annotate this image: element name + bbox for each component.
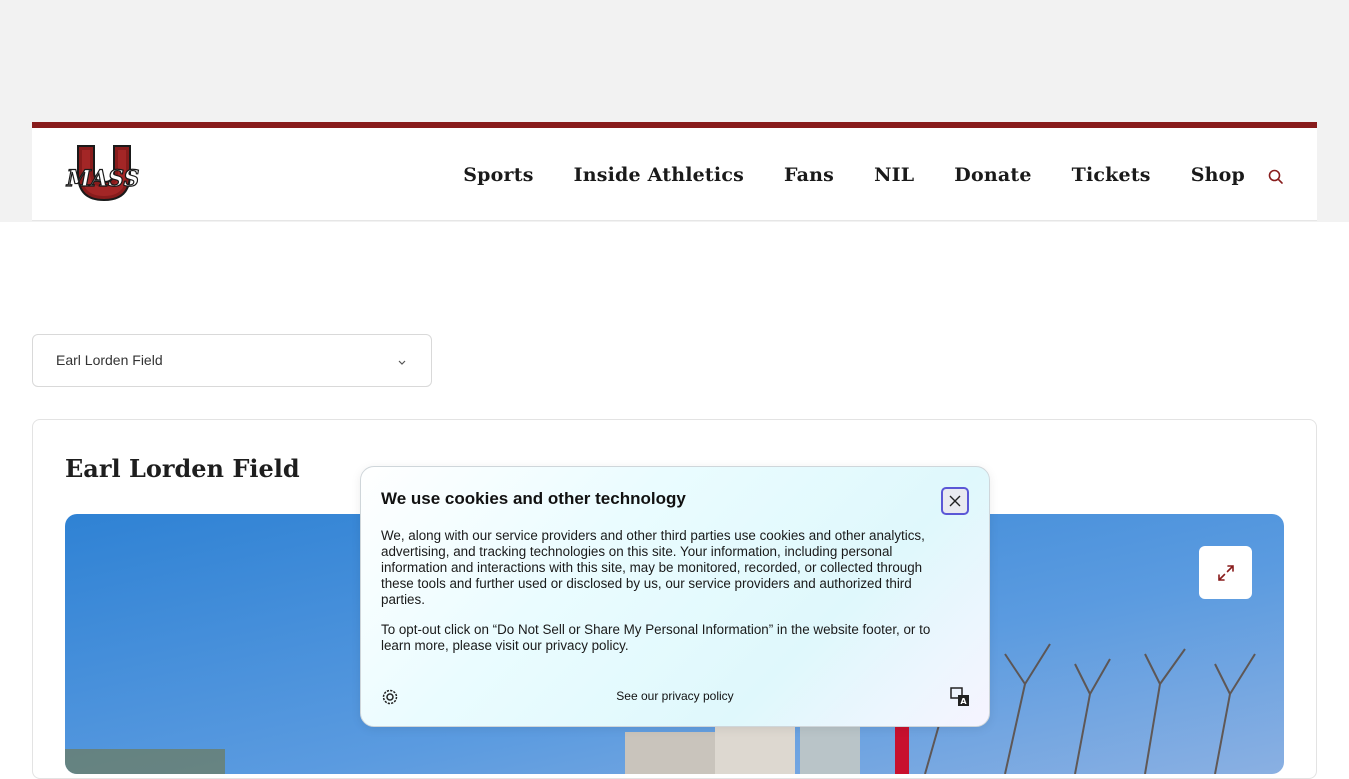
nav-nil[interactable]: NIL: [874, 164, 914, 186]
venue-select[interactable]: Earl Lorden Field: [32, 334, 432, 387]
cookie-consent-dialog: We use cookies and other technology We, …: [360, 466, 990, 727]
main-nav: Sports Inside Athletics Fans NIL Donate …: [463, 164, 1245, 186]
umass-logo[interactable]: MASS: [64, 144, 142, 210]
site-header: MASS Sports Inside Athletics Fans NIL Do…: [32, 122, 1317, 221]
chevron-down-icon: [397, 354, 407, 365]
expand-icon[interactable]: [1199, 546, 1252, 599]
close-icon[interactable]: [941, 487, 969, 515]
cookie-title: We use cookies and other technology: [381, 489, 686, 508]
venue-title: Earl Lorden Field: [65, 454, 300, 483]
nav-donate[interactable]: Donate: [954, 164, 1031, 186]
cookie-paragraph-2: To opt-out click on “Do Not Sell or Shar…: [381, 622, 931, 653]
nav-inside-athletics[interactable]: Inside Athletics: [574, 164, 744, 186]
logo-text: MASS: [66, 166, 140, 192]
cookie-paragraph-1: We, along with our service providers and…: [381, 528, 925, 607]
nav-shop[interactable]: Shop: [1191, 164, 1245, 186]
translate-icon[interactable]: A: [950, 687, 970, 707]
nav-fans[interactable]: Fans: [784, 164, 834, 186]
search-icon[interactable]: [1267, 168, 1285, 186]
svg-text:A: A: [960, 697, 967, 706]
privacy-policy-link[interactable]: See our privacy policy: [361, 689, 989, 703]
nav-sports[interactable]: Sports: [463, 164, 533, 186]
venue-select-value: Earl Lorden Field: [56, 352, 163, 368]
nav-tickets[interactable]: Tickets: [1072, 164, 1151, 186]
